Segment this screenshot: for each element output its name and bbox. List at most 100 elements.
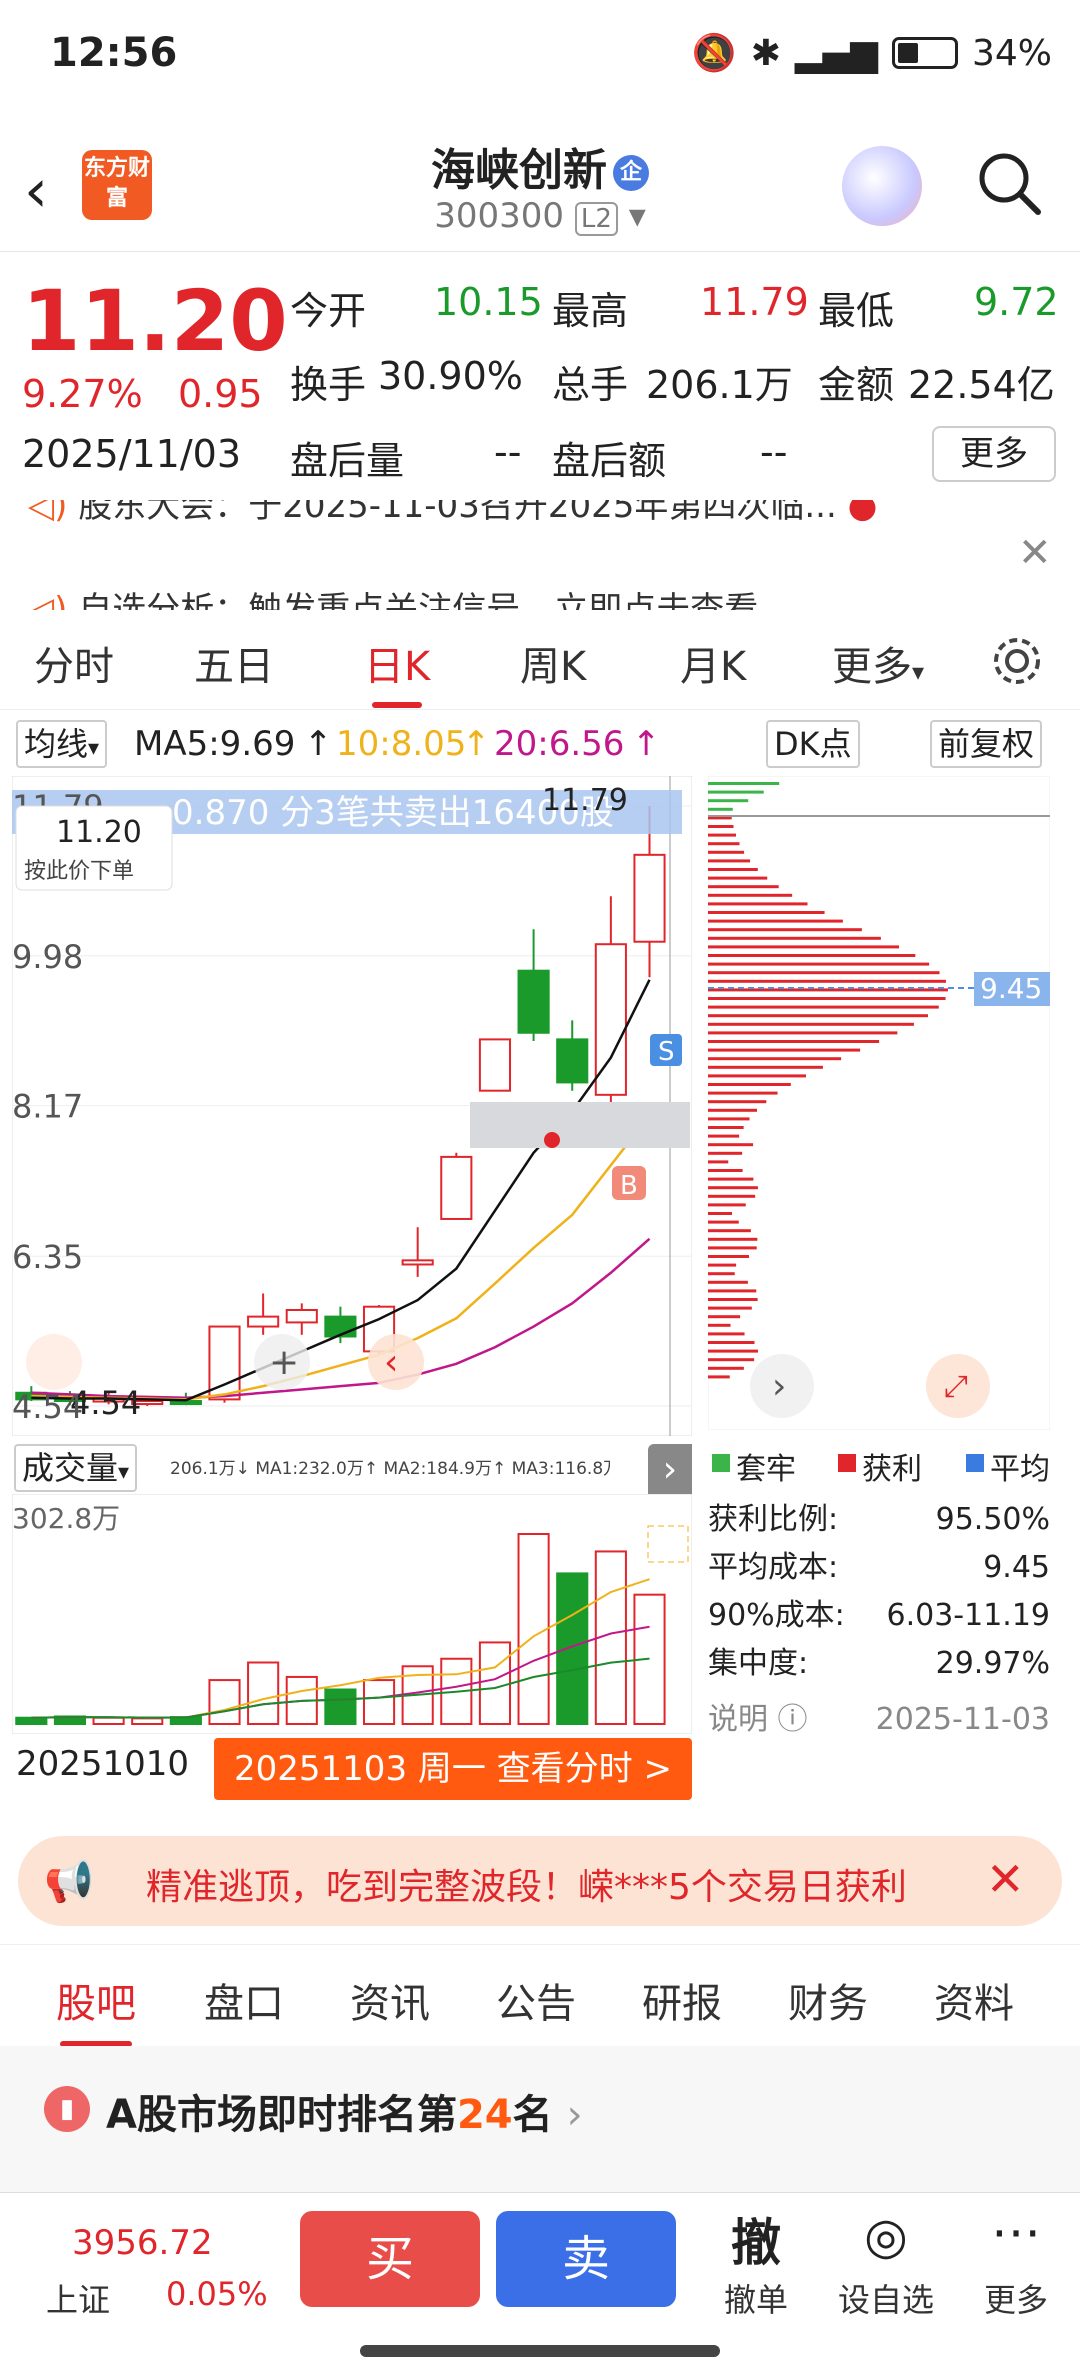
bluetooth-icon: ✱ <box>750 32 781 74</box>
collapse-panel-button[interactable]: › <box>648 1444 692 1500</box>
stock-header: ‹ 东方财富 海峡创新企 300300 L2 ▾ <box>0 120 1080 252</box>
chip-bar <box>708 833 737 837</box>
gear-icon[interactable] <box>990 634 1044 688</box>
tab-orderbook[interactable]: 盘口 <box>204 1971 284 2029</box>
battery-percent: 34% <box>971 32 1052 74</box>
volume-bar <box>362 1679 396 1725</box>
chip-bar <box>708 1220 739 1224</box>
kline-chart[interactable]: 0.870 分3笔共卖出16400股 11.79 4.54 11.799.988… <box>12 776 692 1436</box>
candle <box>169 1400 202 1406</box>
rewind-button[interactable] <box>26 1334 82 1390</box>
chip-bar <box>708 1031 898 1035</box>
more-label[interactable]: 更多 <box>956 2275 1076 2321</box>
y-tick-label: 6.35 <box>12 1238 83 1276</box>
volume-bar <box>15 1716 48 1726</box>
buy-signal-label: B <box>620 1171 638 1201</box>
tab-profile[interactable]: 资料 <box>934 1971 1014 2029</box>
tab-research[interactable]: 研报 <box>642 1971 722 2029</box>
chip-bar <box>708 979 946 983</box>
notice-item[interactable]: ◁) 股东大会：于2025-11-03召开2025年第四次临... ● <box>28 500 877 527</box>
clock: 12:56 <box>50 30 178 76</box>
tab-financials[interactable]: 财务 <box>788 1971 868 2029</box>
price-zone-band <box>470 1102 690 1148</box>
chip-bar <box>708 1151 743 1155</box>
tab-news[interactable]: 资讯 <box>350 1971 430 2029</box>
afterhours-volume-value: -- <box>494 430 522 474</box>
chip-bar <box>708 1237 758 1241</box>
chip-bar <box>708 911 825 914</box>
chip-bar <box>708 868 758 871</box>
tab-announcements[interactable]: 公告 <box>496 1971 576 2029</box>
search-icon[interactable] <box>974 148 1044 218</box>
cancel-order-icon[interactable]: 撤 <box>696 2203 816 2275</box>
start-date: 20251010 <box>16 1744 190 1784</box>
volume-bar <box>556 1572 589 1725</box>
more-quote-button[interactable]: 更多 <box>932 426 1056 482</box>
index-value[interactable]: 3956.72 <box>72 2223 213 2263</box>
chip-bar <box>708 1100 767 1104</box>
chevron-down-icon: ▾ <box>912 658 925 686</box>
more-dots-icon[interactable]: ⋯ <box>956 2203 1076 2261</box>
volume-selector[interactable]: 成交量▾ <box>14 1444 138 1492</box>
tab-daily-k[interactable]: 日K <box>364 634 430 708</box>
chip-bar <box>708 1194 756 1198</box>
tab-more[interactable]: 更多▾ <box>832 634 924 692</box>
tab-forum[interactable]: 股吧 <box>56 1971 136 2047</box>
dk-point-button[interactable]: DK点 <box>766 720 860 768</box>
ma10-arrow-icon: ↑ <box>462 724 491 764</box>
chip-bar <box>708 945 899 949</box>
volume-max-label: 302.8万 <box>12 1502 120 1535</box>
stat-note-row[interactable]: 说明 ⓘ 2025-11-03 <box>708 1696 1050 1744</box>
add-watchlist-icon[interactable]: ◎ <box>826 2207 946 2265</box>
chip-bar <box>708 1212 732 1215</box>
chip-bar <box>708 997 946 1000</box>
indicator-selector[interactable]: 均线▾ <box>16 720 108 768</box>
chip-bar <box>708 1143 754 1147</box>
chip-bar <box>708 1323 731 1327</box>
candle <box>517 969 550 1034</box>
tab-weekly-k[interactable]: 周K <box>520 634 586 692</box>
volume-bar <box>208 1679 241 1725</box>
chip-bar <box>708 799 749 803</box>
amount-label: 金额 <box>818 363 895 407</box>
legend-label-profit: 获利 <box>862 1452 922 1487</box>
chip-bar <box>708 1263 737 1267</box>
volume-chart[interactable]: 302.8万 <box>12 1494 692 1734</box>
tab-five-day[interactable]: 五日 <box>194 634 274 692</box>
assistant-avatar[interactable] <box>842 146 922 226</box>
sell-button[interactable]: 卖 <box>496 2211 676 2307</box>
chip-distribution-chart[interactable]: 9.45 › ⤢ <box>708 776 1050 1430</box>
chip-bar <box>708 1040 880 1043</box>
market-rank[interactable]: ▮ A股市场即时排名第24名 › <box>0 2046 1080 2192</box>
battery-icon <box>891 37 958 69</box>
adjustment-selector[interactable]: 前复权 <box>930 720 1043 768</box>
stat-row: 90%成本: 6.03-11.19 <box>708 1598 1050 1633</box>
chip-bar <box>708 859 751 863</box>
volume-bar <box>131 1717 164 1725</box>
add-watchlist-label[interactable]: 设自选 <box>826 2275 946 2321</box>
chip-bar <box>708 876 768 880</box>
chip-bar <box>708 842 740 846</box>
chip-bar <box>708 962 930 966</box>
stat-row: 平均成本: 9.45 <box>708 1550 1050 1585</box>
mute-icon: 🔕 <box>691 33 737 74</box>
cancel-order-label[interactable]: 撤单 <box>696 2275 816 2321</box>
notice-item[interactable]: ◁) 自选分析：触发重点关注信号，立即点击查看 <box>28 582 758 610</box>
legend-label-trapped: 套牢 <box>736 1452 796 1487</box>
ma5-value: MA5:9.69 <box>134 724 296 764</box>
chip-bar <box>708 971 940 975</box>
tab-intraday[interactable]: 分时 <box>34 634 114 692</box>
chip-bar <box>708 807 733 811</box>
chip-bar <box>708 1091 778 1095</box>
close-icon[interactable]: ✕ <box>1018 530 1052 576</box>
tab-monthly-k[interactable]: 月K <box>680 634 746 692</box>
promo-banner[interactable]: 📢 精准逃顶，吃到完整波段！嵘***5个交易日获利 ✕ <box>18 1836 1062 1926</box>
buy-button[interactable]: 买 <box>300 2211 480 2307</box>
chip-bar <box>708 1289 757 1293</box>
index-name: 上证 <box>46 2281 111 2319</box>
view-intraday-button[interactable]: 20251103 周一 查看分时 > <box>214 1738 692 1800</box>
change-amount: 0.95 <box>178 372 263 416</box>
chip-legend: 套牢 获利 平均 <box>708 1440 1050 1500</box>
close-icon[interactable]: ✕ <box>986 1852 1025 1906</box>
chip-bar <box>708 1246 757 1250</box>
